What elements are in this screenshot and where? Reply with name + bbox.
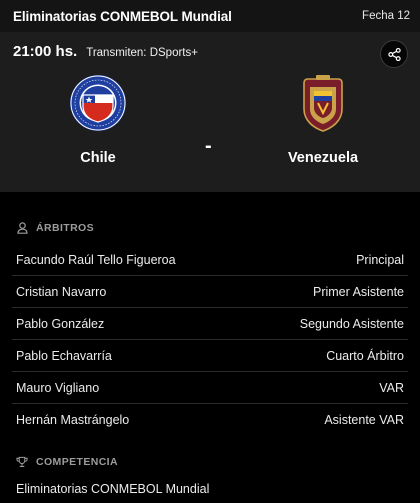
list-item: Cristian Navarro Primer Asistente: [12, 276, 408, 308]
referee-name: Mauro Vigliano: [16, 380, 100, 395]
person-icon: [16, 222, 28, 234]
divider: [0, 192, 420, 204]
list-item: Hernán Mastrángelo Asistente VAR: [12, 404, 408, 436]
share-icon: [387, 47, 401, 61]
home-team[interactable]: Chile: [38, 72, 158, 166]
competition-header: Eliminatorias CONMEBOL Mundial Fecha 12: [0, 0, 420, 32]
referees-title: ÁRBITROS: [36, 222, 95, 234]
match-card[interactable]: 21:00 hs. Transmiten: DSports+ Chile - V…: [0, 32, 420, 192]
trophy-icon: [16, 456, 28, 468]
referee-name: Hernán Mastrángelo: [16, 413, 130, 427]
away-team[interactable]: Venezuela: [263, 72, 383, 166]
venezuela-crest-icon: [292, 72, 354, 134]
round-label: Fecha 12: [362, 10, 410, 22]
competition-section: COMPETENCIA Eliminatorias CONMEBOL Mundi…: [0, 448, 420, 496]
chile-crest-icon: [67, 72, 129, 134]
list-item: Pablo Echavarría Cuarto Árbitro: [12, 340, 408, 372]
referee-role: VAR: [379, 380, 404, 395]
referee-role: Asistente VAR: [324, 413, 404, 427]
competition-title: Eliminatorias CONMEBOL Mundial: [13, 8, 232, 24]
referee-name: Cristian Navarro: [16, 284, 107, 299]
referee-name: Facundo Raúl Tello Figueroa: [16, 252, 176, 267]
referees-list: Facundo Raúl Tello Figueroa Principal Cr…: [12, 244, 408, 436]
competition-section-title: COMPETENCIA: [36, 456, 118, 468]
referee-name: Pablo Echavarría: [16, 348, 112, 363]
home-team-name: Chile: [80, 150, 116, 166]
referee-role: Primer Asistente: [312, 284, 404, 299]
referee-name: Pablo González: [16, 316, 105, 331]
referee-role: Principal: [356, 252, 404, 267]
list-item: Pablo González Segundo Asistente: [12, 308, 408, 340]
referee-role: Cuarto Árbitro: [326, 348, 404, 363]
score-separator: -: [205, 135, 212, 157]
match-time: 21:00 hs.: [13, 43, 78, 60]
away-team-name: Venezuela: [287, 150, 359, 166]
competition-value: Eliminatorias CONMEBOL Mundial: [16, 482, 210, 496]
broadcast-info: Transmiten: DSports+: [86, 47, 198, 59]
list-item: Mauro Vigliano VAR: [12, 372, 408, 404]
referees-section: ÁRBITROS Facundo Raúl Tello Figueroa Pri…: [0, 214, 420, 436]
list-item: Facundo Raúl Tello Figueroa Principal: [12, 244, 408, 276]
referee-role: Segundo Asistente: [299, 316, 404, 331]
share-button[interactable]: [380, 40, 408, 68]
match-detail-page: Eliminatorias CONMEBOL Mundial Fecha 12 …: [0, 0, 420, 503]
